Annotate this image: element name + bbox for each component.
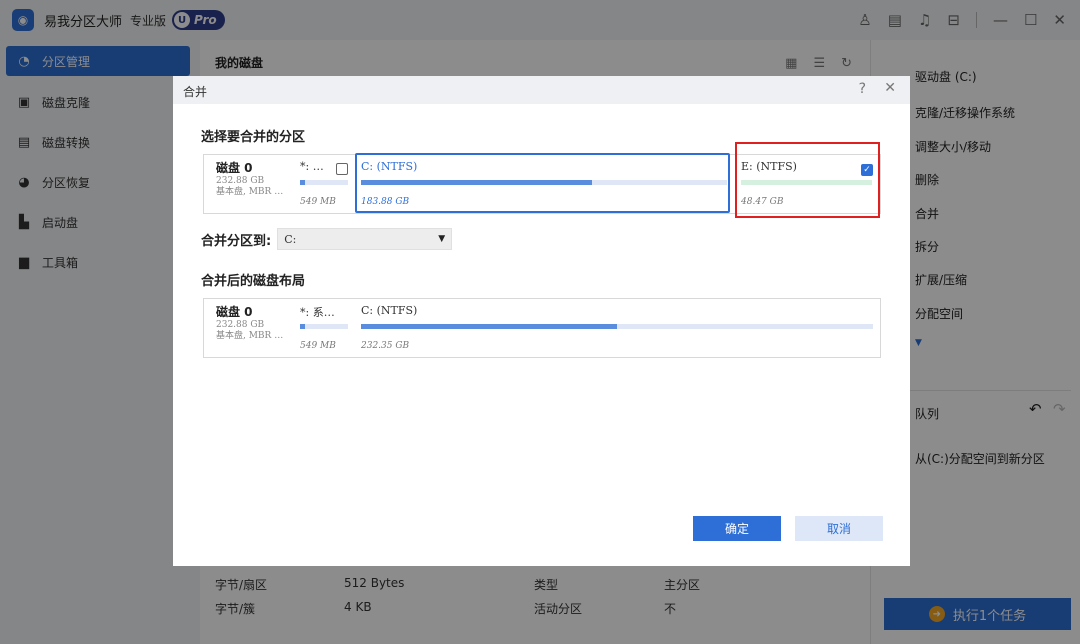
result-partition-system: *: 系… 549 MB bbox=[296, 299, 354, 357]
disk-name: 磁盘 0 bbox=[216, 305, 253, 319]
disk-name: 磁盘 0 bbox=[216, 161, 253, 175]
dialog-header: 合并 ? ✕ bbox=[173, 76, 910, 104]
partition-label: *: … bbox=[300, 160, 324, 173]
partition-size: 549 MB bbox=[300, 197, 336, 207]
disk-info: 磁盘 0 232.88 GB 基本盘, MBR … bbox=[216, 159, 283, 198]
partition-label: C: (NTFS) bbox=[361, 304, 418, 317]
close-icon[interactable]: ✕ bbox=[884, 80, 896, 96]
merge-dialog: 合并 ? ✕ 选择要合并的分区 磁盘 0 232.88 GB 基本盘, MBR … bbox=[173, 76, 910, 566]
partition-usage-fill bbox=[361, 180, 592, 185]
merge-target-row: 合并分区到: C: ▼ bbox=[201, 228, 453, 250]
disk-size: 232.88 GB bbox=[216, 176, 265, 186]
disk-type: 基本盘, MBR … bbox=[216, 187, 284, 197]
result-disk-row: 磁盘 0 232.88 GB 基本盘, MBR … *: 系… 549 MB C… bbox=[203, 298, 881, 358]
partition-usage-fill bbox=[300, 324, 305, 329]
partition-size: 232.35 GB bbox=[361, 341, 410, 351]
dropdown-arrow-icon: ▼ bbox=[438, 234, 446, 244]
highlight-frame bbox=[735, 142, 880, 218]
partition-label: C: (NTFS) bbox=[361, 160, 418, 173]
disk-size: 232.88 GB bbox=[216, 320, 265, 330]
partition-size: 183.88 GB bbox=[361, 197, 410, 207]
partition-label: *: 系… bbox=[300, 306, 335, 319]
partition-size: 549 MB bbox=[300, 341, 336, 351]
partition-usage-bar bbox=[300, 324, 348, 329]
help-icon[interactable]: ? bbox=[859, 81, 866, 97]
result-layout-title: 合并后的磁盘布局 bbox=[201, 274, 306, 289]
merge-target-select[interactable]: C: ▼ bbox=[277, 228, 453, 250]
partition-usage-fill bbox=[300, 180, 305, 185]
disk-type: 基本盘, MBR … bbox=[216, 331, 284, 341]
partition-usage-bar bbox=[361, 180, 727, 185]
merge-target-label: 合并分区到: bbox=[201, 233, 272, 249]
select-partitions-title: 选择要合并的分区 bbox=[201, 130, 306, 145]
partition-usage-bar bbox=[300, 180, 348, 185]
partition-system[interactable]: *: … 549 MB bbox=[296, 155, 354, 213]
confirm-button[interactable]: 确定 bbox=[693, 516, 781, 541]
merge-target-value: C: bbox=[284, 232, 297, 246]
partition-usage-fill bbox=[361, 324, 617, 329]
result-partition-c: C: (NTFS) 232.35 GB bbox=[357, 299, 877, 357]
cancel-button[interactable]: 取消 bbox=[795, 516, 883, 541]
partition-usage-bar bbox=[361, 324, 873, 329]
disk-info: 磁盘 0 232.88 GB 基本盘, MBR … bbox=[216, 303, 283, 342]
dialog-title: 合并 bbox=[183, 85, 208, 99]
partition-checkbox[interactable] bbox=[336, 163, 348, 175]
partition-c[interactable]: C: (NTFS) 183.88 GB bbox=[355, 153, 730, 213]
